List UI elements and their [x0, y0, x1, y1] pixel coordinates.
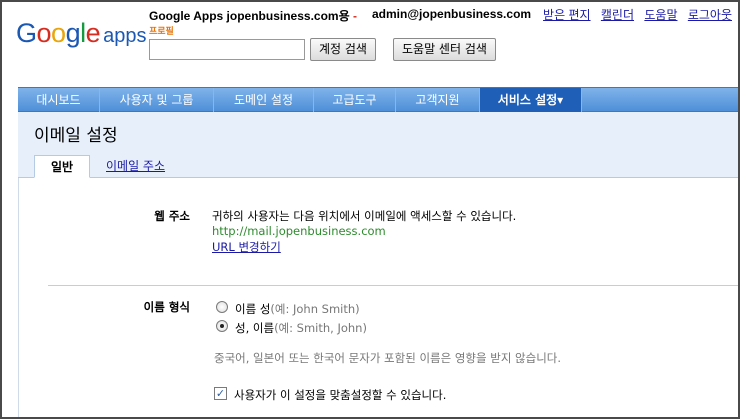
google-apps-logo[interactable]: Google apps: [16, 18, 147, 52]
tab-email-addresses[interactable]: 이메일 주소: [96, 155, 175, 178]
help-link[interactable]: 도움말: [644, 8, 677, 22]
page-title: 이메일 설정: [34, 126, 118, 146]
tab-general[interactable]: 일반: [34, 155, 90, 178]
name-format-first-last-radio[interactable]: [216, 301, 228, 313]
search-input[interactable]: [149, 39, 305, 60]
apps-logo-text: apps: [103, 25, 147, 47]
content-left-border: [18, 178, 19, 417]
search-accounts-button[interactable]: 계정 검색: [310, 38, 376, 61]
name-format-note: 중국어, 일본어 또는 한국어 문자가 포함된 이름은 영향을 받지 않습니다.: [214, 351, 562, 365]
inbox-link[interactable]: 받은 편지: [543, 8, 591, 22]
admin-email: admin@jopenbusiness.com: [372, 7, 532, 21]
section-divider: [48, 285, 738, 286]
search-help-center-button[interactable]: 도움말 센터 검색: [393, 38, 496, 61]
name-format-option-first-last[interactable]: 이름 성(예: John Smith): [235, 301, 360, 317]
nav-item-advanced-tools[interactable]: 고급도구: [314, 88, 396, 112]
name-format-label: 이름 형식: [143, 300, 190, 314]
web-address-label: 웹 주소: [154, 209, 190, 223]
calendar-link[interactable]: 캘린더: [601, 8, 634, 22]
google-logo-text: Google: [16, 18, 101, 48]
logout-link[interactable]: 로그아웃: [688, 8, 732, 22]
name-format-option-last-first[interactable]: 성, 이름(예: Smith, John): [235, 320, 367, 336]
web-address-description: 귀하의 사용자는 다음 위치에서 이메일에 액세스할 수 있습니다.: [212, 209, 517, 223]
allow-customize-label[interactable]: 사용자가 이 설정을 맞춤설정할 수 있습니다.: [234, 387, 446, 403]
nav-item-service-settings[interactable]: 서비스 설정▾: [480, 88, 582, 112]
change-url-link[interactable]: URL 변경하기: [212, 239, 281, 255]
domain-title: Google Apps jopenbusiness.com용 -: [149, 9, 357, 23]
nav-item-domain-settings[interactable]: 도메인 설정: [214, 88, 314, 112]
main-nav: 대시보드 사용자 및 그룹 도메인 설정 고급도구 고객지원 서비스 설정▾: [18, 87, 738, 112]
edition-label: 프로필: [149, 27, 174, 37]
name-format-last-first-radio[interactable]: [216, 320, 228, 332]
web-address-url: http://mail.jopenbusiness.com: [212, 224, 386, 238]
page-header: 이메일 설정 일반 이메일 주소: [18, 112, 738, 178]
nav-item-support[interactable]: 고객지원: [396, 88, 480, 112]
top-links: 받은 편지 캘린더 도움말 로그아웃: [536, 6, 732, 23]
nav-item-dashboard[interactable]: 대시보드: [18, 88, 100, 112]
nav-item-users-groups[interactable]: 사용자 및 그룹: [100, 88, 214, 112]
app-window: Google apps Google Apps jopenbusiness.com…: [0, 0, 740, 419]
allow-customize-checkbox[interactable]: ✓: [214, 387, 227, 400]
